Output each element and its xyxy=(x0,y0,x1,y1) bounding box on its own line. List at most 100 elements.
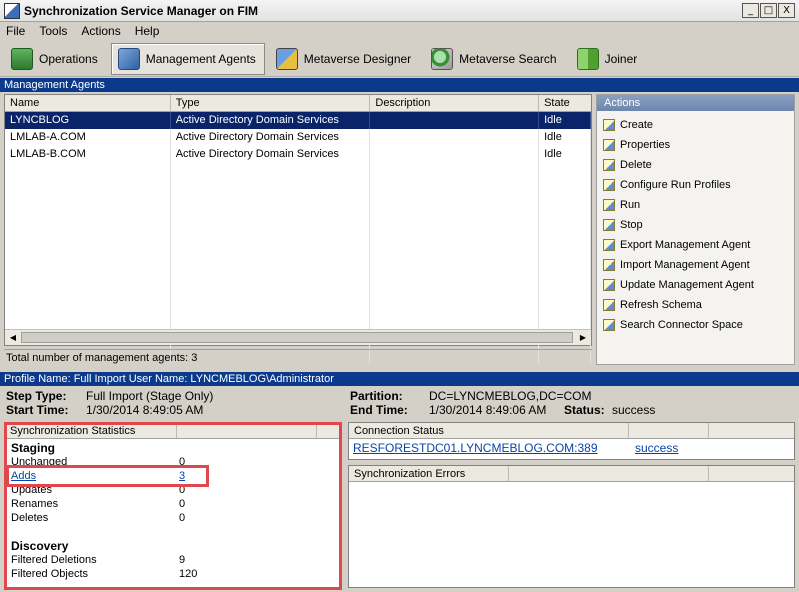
action-delete[interactable]: Delete xyxy=(597,155,794,175)
highlight-box-adds xyxy=(6,465,209,487)
grid-header: Name Type Description State xyxy=(5,95,591,112)
action-icon xyxy=(603,159,615,171)
scroll-right-icon[interactable]: ▶ xyxy=(576,331,590,345)
scroll-left-icon[interactable]: ◀ xyxy=(6,331,20,345)
start-time-value: 1/30/2014 8:49:05 AM xyxy=(86,403,204,417)
action-properties[interactable]: Properties xyxy=(597,135,794,155)
operations-button[interactable]: Operations xyxy=(4,43,107,75)
partition-label: Partition: xyxy=(350,389,403,403)
operations-label: Operations xyxy=(39,51,98,66)
metaverse-search-icon xyxy=(431,47,454,70)
connection-status-title: Connection Status xyxy=(349,423,629,438)
action-refresh-schema[interactable]: Refresh Schema xyxy=(597,295,794,315)
start-time-label: Start Time: xyxy=(6,403,69,417)
table-row[interactable]: LMLAB-B.COM Active Directory Domain Serv… xyxy=(5,146,591,163)
metaverse-designer-label: Metaverse Designer xyxy=(303,51,412,66)
window-controls: _ □ X xyxy=(742,3,795,18)
cell-type: Active Directory Domain Services xyxy=(171,129,371,146)
column-type[interactable]: Type xyxy=(171,95,371,111)
window-title: Synchronization Service Manager on FIM xyxy=(24,3,259,18)
menu-file[interactable]: File xyxy=(6,24,25,38)
end-time-value: 1/30/2014 8:49:06 AM xyxy=(429,403,547,417)
cell-name: LMLAB-B.COM xyxy=(5,146,171,163)
end-time-label: End Time: xyxy=(350,403,408,417)
action-search-connector-space[interactable]: Search Connector Space xyxy=(597,315,794,335)
action-create[interactable]: Create xyxy=(597,115,794,135)
sync-errors-header: Synchronization Errors xyxy=(349,466,794,482)
cell-name: LMLAB-A.COM xyxy=(5,129,171,146)
action-icon xyxy=(603,319,615,331)
action-icon xyxy=(603,219,615,231)
action-icon xyxy=(603,299,615,311)
total-agents-status: Total number of management agents: 3 xyxy=(4,349,592,365)
actions-pane: Actions Create Properties Delete Configu… xyxy=(596,94,795,365)
action-icon xyxy=(603,139,615,151)
step-type-label: Step Type: xyxy=(6,389,67,403)
action-icon xyxy=(603,199,615,211)
management-agents-header: Management Agents xyxy=(0,78,799,92)
menu-help[interactable]: Help xyxy=(135,24,160,38)
sync-errors-panel: Synchronization Errors xyxy=(348,465,795,588)
cell-type: Active Directory Domain Services xyxy=(171,146,371,163)
metaverse-search-label: Metaverse Search xyxy=(459,51,557,66)
cell-state: Idle xyxy=(539,112,591,129)
connection-status-header: Connection Status xyxy=(349,423,794,439)
management-agents-button[interactable]: Management Agents xyxy=(110,42,265,75)
menu-bar: File Tools Actions Help xyxy=(0,22,799,40)
connection-status-panel: Connection Status RESFORESTDC01.LYNCMEBL… xyxy=(348,422,795,460)
cell-type: Active Directory Domain Services xyxy=(171,112,371,129)
close-button[interactable]: X xyxy=(778,3,795,18)
table-row[interactable]: LMLAB-A.COM Active Directory Domain Serv… xyxy=(5,129,591,146)
cell-description xyxy=(370,129,540,146)
cell-name: LYNCBLOG xyxy=(5,112,171,129)
step-type-value: Full Import (Stage Only) xyxy=(86,389,214,403)
app-icon xyxy=(4,2,20,19)
action-icon xyxy=(603,279,615,291)
column-state[interactable]: State xyxy=(539,95,591,111)
management-agents-icon xyxy=(117,47,140,70)
connection-result-link[interactable]: success xyxy=(629,441,678,455)
minimize-button[interactable]: _ xyxy=(742,3,759,18)
action-icon xyxy=(603,119,615,131)
column-description[interactable]: Description xyxy=(370,95,540,111)
horizontal-scrollbar[interactable]: ◀ ▶ xyxy=(5,329,591,345)
status-value: success xyxy=(612,403,656,417)
action-stop[interactable]: Stop xyxy=(597,215,794,235)
sync-errors-title: Synchronization Errors xyxy=(349,466,509,481)
cell-state: Idle xyxy=(539,129,591,146)
metaverse-designer-icon xyxy=(275,47,298,70)
status-label: Status: xyxy=(564,403,605,417)
highlight-box-stats xyxy=(4,422,342,590)
joiner-icon xyxy=(576,47,599,70)
operations-icon xyxy=(11,47,33,70)
title-bar: Synchronization Service Manager on FIM _… xyxy=(0,0,799,22)
column-name[interactable]: Name xyxy=(5,95,171,111)
menu-tools[interactable]: Tools xyxy=(39,24,67,38)
actions-header: Actions xyxy=(597,95,794,111)
scroll-thumb[interactable] xyxy=(21,332,573,343)
action-run[interactable]: Run xyxy=(597,195,794,215)
cell-description xyxy=(370,112,540,129)
action-import-management-agent[interactable]: Import Management Agent xyxy=(597,255,794,275)
management-agents-label: Management Agents xyxy=(145,51,256,66)
action-configure-run-profiles[interactable]: Configure Run Profiles xyxy=(597,175,794,195)
profile-info-bar: Profile Name: Full Import User Name: LYN… xyxy=(0,372,799,386)
action-update-management-agent[interactable]: Update Management Agent xyxy=(597,275,794,295)
metaverse-designer-button[interactable]: Metaverse Designer xyxy=(269,43,420,75)
table-row[interactable]: LYNCBLOG Active Directory Domain Service… xyxy=(5,112,591,129)
action-export-management-agent[interactable]: Export Management Agent xyxy=(597,235,794,255)
management-agents-grid[interactable]: Name Type Description State LYNCBLOG Act… xyxy=(4,94,592,363)
action-icon xyxy=(603,239,615,251)
maximize-button[interactable]: □ xyxy=(760,3,777,18)
connection-row[interactable]: RESFORESTDC01.LYNCMEBLOG.COM:389 success xyxy=(349,441,794,455)
cell-description xyxy=(370,146,540,163)
menu-actions[interactable]: Actions xyxy=(81,24,120,38)
joiner-label: Joiner xyxy=(604,51,638,66)
toolbar: Operations Management Agents Metaverse D… xyxy=(0,41,799,77)
server-link[interactable]: RESFORESTDC01.LYNCMEBLOG.COM:389 xyxy=(349,441,629,455)
metaverse-search-button[interactable]: Metaverse Search xyxy=(424,43,565,75)
joiner-button[interactable]: Joiner xyxy=(570,43,647,75)
partition-value: DC=LYNCMEBLOG,DC=COM xyxy=(429,389,592,403)
action-icon xyxy=(603,259,615,271)
cell-state: Idle xyxy=(539,146,591,163)
